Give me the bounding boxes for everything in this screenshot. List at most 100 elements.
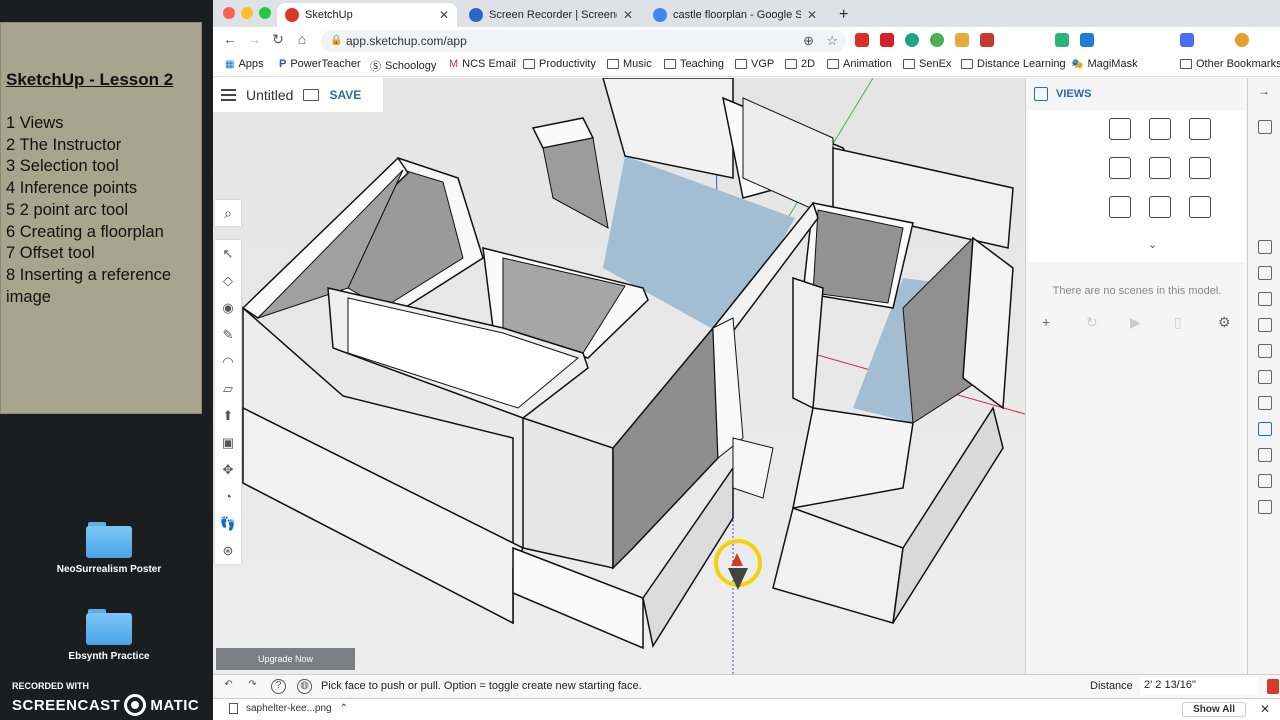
orbit-tool-icon[interactable]: ⊛ <box>219 542 237 560</box>
chevron-up-icon[interactable]: ⌃ <box>340 703 348 714</box>
bookmark-folder[interactable]: Distance Learning <box>961 58 1066 70</box>
bookmark-folder[interactable]: 2D <box>785 58 815 70</box>
pushpull-tool-icon[interactable]: ⬆ <box>219 407 237 425</box>
display-icon[interactable] <box>1258 448 1272 462</box>
expand-chevron-icon[interactable]: ⌄ <box>1148 238 1157 251</box>
delete-scene-icon[interactable]: ▯ <box>1174 314 1182 331</box>
eraser-tool-icon[interactable]: ◇ <box>219 272 237 290</box>
extension-icon[interactable] <box>930 33 944 47</box>
bookmark-folder[interactable]: SenEx <box>903 58 951 70</box>
bookmark-folder[interactable]: Animation <box>827 58 892 70</box>
left-view-icon[interactable] <box>1109 196 1131 218</box>
add-scene-icon[interactable]: + <box>1042 314 1050 330</box>
layers-icon[interactable] <box>1258 266 1272 280</box>
bookmark-folder[interactable]: Teaching <box>664 58 724 70</box>
download-item[interactable]: saphelter-kee...png ⌃ <box>229 703 348 714</box>
right-panel-strip: → <box>1247 78 1280 698</box>
bookmark-item[interactable]: 🎭 MagiMask <box>1071 58 1138 70</box>
collapse-panel-icon[interactable]: → <box>1258 84 1270 98</box>
distance-input[interactable]: 2' 2 13/16" <box>1140 677 1258 695</box>
profile-avatar[interactable] <box>1235 33 1249 47</box>
bookmark-item[interactable]: P PowerTeacher <box>279 58 361 70</box>
close-window-button[interactable] <box>223 7 235 19</box>
back-view-icon[interactable] <box>1189 157 1211 179</box>
extension-icon[interactable] <box>955 33 969 47</box>
tab-sketchup[interactable]: SketchUp ✕ <box>277 3 457 27</box>
pencil-tool-icon[interactable]: ✎ <box>219 326 237 344</box>
bookmark-folder[interactable]: Other Bookmarks <box>1180 58 1280 70</box>
open-folder-icon[interactable] <box>303 89 320 101</box>
desktop-folder[interactable]: Ebsynth Practice <box>54 609 164 662</box>
extension-icon[interactable] <box>880 33 894 47</box>
extension-icon[interactable] <box>1180 33 1194 47</box>
bookmark-item[interactable]: M NCS Email <box>449 58 516 70</box>
globe-icon[interactable]: ◍ <box>297 679 312 694</box>
select-tool-icon[interactable]: ↖ <box>219 245 237 263</box>
bottom-view-icon[interactable] <box>1189 118 1211 140</box>
desktop-folder[interactable]: NeoSurrealism Poster <box>54 522 164 575</box>
tab-screencast[interactable]: Screen Recorder | Screencast... ✕ <box>461 3 641 27</box>
iso-view-icon[interactable] <box>1109 118 1131 140</box>
model-info-icon[interactable] <box>1258 500 1272 514</box>
bookmark-item[interactable]: Ⓢ Schoology <box>370 58 436 74</box>
close-tab-icon[interactable]: ✕ <box>439 8 449 22</box>
home-icon[interactable]: ⌂ <box>293 31 311 47</box>
tape-measure-icon[interactable]: ◔ <box>219 488 237 506</box>
maximize-window-button[interactable] <box>259 7 271 19</box>
extension-icon[interactable] <box>905 33 919 47</box>
upgrade-button[interactable]: Upgrade Now <box>216 648 355 670</box>
tags-icon[interactable] <box>1258 396 1272 410</box>
forward-icon[interactable]: → <box>245 31 263 47</box>
extension-icon[interactable] <box>855 33 869 47</box>
save-button[interactable]: SAVE <box>329 88 361 102</box>
tab-google[interactable]: castle floorplan - Google Sear... ✕ <box>645 3 825 27</box>
model-viewport[interactable]: Untitled SAVE ⌕ ↖ ◇ ◉ ✎ ◠ ▱ ⬆ ▣ ✥ ◔ 👣 ⊛ <box>213 78 1025 674</box>
bookmark-folder[interactable]: VGP <box>735 58 774 70</box>
reload-icon[interactable]: ↻ <box>269 31 287 48</box>
menu-icon[interactable] <box>221 89 236 101</box>
solid-tools-icon[interactable] <box>1258 474 1272 488</box>
address-bar[interactable]: 🔒 app.sketchup.com/app ⊕ ☆ <box>321 30 846 52</box>
scene-settings-icon[interactable]: ⚙ <box>1218 314 1231 331</box>
entity-info-icon[interactable] <box>1258 240 1272 254</box>
offset-tool-icon[interactable]: ▣ <box>219 434 237 452</box>
bookmark-apps[interactable]: ▦ Apps <box>225 58 264 70</box>
extension-icon[interactable] <box>980 33 994 47</box>
close-tab-icon[interactable]: ✕ <box>807 8 817 22</box>
front-view-icon[interactable] <box>1109 157 1131 179</box>
extension-icon[interactable] <box>1080 33 1094 47</box>
bookmark-folder[interactable]: Productivity <box>523 58 596 70</box>
document-title[interactable]: Untitled <box>246 87 293 103</box>
panel-tab-icon[interactable] <box>1258 120 1272 134</box>
right-view-icon[interactable] <box>1149 157 1171 179</box>
rectangle-tool-icon[interactable]: ▱ <box>219 380 237 398</box>
house-view-icon[interactable] <box>1149 196 1171 218</box>
undo-icon[interactable]: ↶ <box>221 679 236 694</box>
extension-icon[interactable] <box>1055 33 1069 47</box>
minimize-window-button[interactable] <box>241 7 253 19</box>
arc-tool-icon[interactable]: ◠ <box>219 353 237 371</box>
bookmark-star-icon[interactable]: ☆ <box>826 33 838 49</box>
styles-icon[interactable] <box>1258 370 1272 384</box>
materials-icon[interactable] <box>1258 344 1272 358</box>
search-tool-button[interactable]: ⌕ <box>215 200 241 226</box>
components-icon[interactable] <box>1258 318 1272 332</box>
scenes-icon[interactable] <box>1258 422 1272 436</box>
bookmark-folder[interactable]: Music <box>607 58 652 70</box>
paint-tool-icon[interactable]: ◉ <box>219 299 237 317</box>
back-icon[interactable]: ← <box>221 31 239 47</box>
play-scene-icon[interactable]: ▶ <box>1130 314 1141 331</box>
move-tool-icon[interactable]: ✥ <box>219 461 237 479</box>
refresh-scene-icon[interactable]: ↻ <box>1086 314 1098 331</box>
redo-icon[interactable]: ↷ <box>245 679 260 694</box>
instructor-icon[interactable] <box>1258 292 1272 306</box>
show-all-button[interactable]: Show All <box>1182 702 1246 717</box>
add-icon[interactable]: ⊕ <box>803 33 814 49</box>
top-view-icon[interactable] <box>1149 118 1171 140</box>
box-view-icon[interactable] <box>1189 196 1211 218</box>
close-downloads-icon[interactable]: ✕ <box>1260 702 1270 716</box>
help-icon[interactable]: ? <box>271 679 286 694</box>
close-tab-icon[interactable]: ✕ <box>623 8 633 22</box>
walk-tool-icon[interactable]: 👣 <box>219 515 237 533</box>
new-tab-button[interactable]: + <box>831 3 856 27</box>
